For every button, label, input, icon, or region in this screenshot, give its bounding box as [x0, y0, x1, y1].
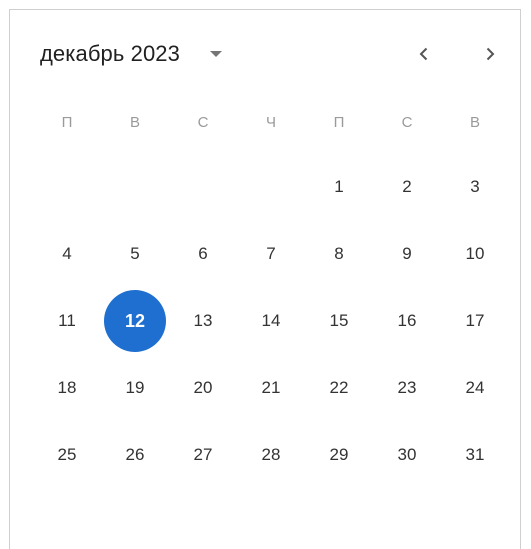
day-25[interactable]: 25 — [33, 423, 101, 487]
day-label: 1 — [334, 177, 344, 196]
day-10[interactable]: 10 — [441, 222, 509, 286]
day-label: 24 — [465, 378, 485, 397]
day-label: 13 — [193, 311, 213, 330]
day-29[interactable]: 29 — [305, 423, 373, 487]
day-20[interactable]: 20 — [169, 356, 237, 420]
weekday-label: С — [401, 113, 413, 131]
week-row: 11 12 13 14 15 16 17 — [10, 289, 520, 353]
day-17[interactable]: 17 — [441, 289, 509, 353]
day-3[interactable]: 3 — [441, 155, 509, 219]
day-22[interactable]: 22 — [305, 356, 373, 420]
day-16[interactable]: 16 — [373, 289, 441, 353]
weekday-header-row: П В С Ч П С В — [10, 90, 520, 154]
chevron-right-icon — [486, 47, 495, 61]
day-21[interactable]: 21 — [237, 356, 305, 420]
day-7[interactable]: 7 — [237, 222, 305, 286]
day-label: 14 — [261, 311, 281, 330]
day-label: 26 — [125, 445, 145, 464]
selected-day-12[interactable]: 12 — [101, 289, 169, 353]
day-11[interactable]: 11 — [33, 289, 101, 353]
day-label: 7 — [266, 244, 276, 263]
day-9[interactable]: 9 — [373, 222, 441, 286]
day-label: 11 — [58, 311, 76, 330]
weekday-label: С — [197, 113, 209, 131]
week-row: 18 19 20 21 22 23 24 — [10, 356, 520, 420]
day-label: 23 — [397, 378, 417, 397]
weekday-label: В — [129, 113, 140, 131]
day-15[interactable]: 15 — [305, 289, 373, 353]
day-18[interactable]: 18 — [33, 356, 101, 420]
calendar-header: декабрь 2023 — [10, 10, 520, 90]
day-6[interactable]: 6 — [169, 222, 237, 286]
day-label: 20 — [193, 378, 213, 397]
day-31[interactable]: 31 — [441, 423, 509, 487]
day-27[interactable]: 27 — [169, 423, 237, 487]
week-row: 4 5 6 7 8 9 10 — [10, 222, 520, 286]
day-label: 15 — [329, 311, 349, 330]
day-4[interactable]: 4 — [33, 222, 101, 286]
weekday-label: П — [61, 113, 73, 131]
day-28[interactable]: 28 — [237, 423, 305, 487]
caret-down-icon — [209, 51, 222, 57]
day-label: 16 — [397, 311, 417, 330]
day-2[interactable]: 2 — [373, 155, 441, 219]
day-label: 19 — [125, 378, 145, 397]
date-picker: декабрь 2023 П В С Ч П С В 1 2 3 4 5 6 7 8 9 10 11… — [9, 9, 521, 549]
day-label: 25 — [57, 445, 77, 464]
weekday-label: П — [333, 113, 345, 131]
day-label: 8 — [334, 244, 344, 263]
day-23[interactable]: 23 — [373, 356, 441, 420]
month-year-label: декабрь 2023 — [40, 41, 180, 66]
day-label: 12 — [104, 290, 166, 352]
chevron-left-icon — [419, 47, 428, 61]
day-label: 22 — [329, 378, 349, 397]
day-label: 29 — [329, 445, 349, 464]
day-label: 4 — [62, 244, 72, 263]
day-label: 28 — [261, 445, 281, 464]
day-1[interactable]: 1 — [305, 155, 373, 219]
day-24[interactable]: 24 — [441, 356, 509, 420]
day-label: 6 — [198, 244, 208, 263]
day-8[interactable]: 8 — [305, 222, 373, 286]
previous-month-button[interactable] — [404, 34, 444, 74]
day-label: 5 — [130, 244, 140, 263]
week-row: 25 26 27 28 29 30 31 — [10, 423, 520, 487]
day-label: 30 — [397, 445, 417, 464]
day-label: 3 — [470, 177, 480, 196]
day-label: 10 — [465, 244, 485, 263]
day-label: 21 — [261, 378, 281, 397]
day-label: 27 — [193, 445, 213, 464]
month-year-selector[interactable]: декабрь 2023 — [40, 34, 222, 74]
day-26[interactable]: 26 — [101, 423, 169, 487]
day-label: 17 — [465, 311, 485, 330]
day-label: 18 — [57, 378, 77, 397]
day-30[interactable]: 30 — [373, 423, 441, 487]
day-label: 2 — [402, 177, 412, 196]
day-label: 9 — [402, 244, 412, 263]
week-row: 1 2 3 — [10, 155, 520, 219]
day-5[interactable]: 5 — [101, 222, 169, 286]
day-14[interactable]: 14 — [237, 289, 305, 353]
day-label: 31 — [465, 445, 485, 464]
next-month-button[interactable] — [470, 34, 510, 74]
day-13[interactable]: 13 — [169, 289, 237, 353]
weekday-label: Ч — [266, 113, 276, 131]
day-19[interactable]: 19 — [101, 356, 169, 420]
weekday-label: В — [469, 113, 480, 131]
